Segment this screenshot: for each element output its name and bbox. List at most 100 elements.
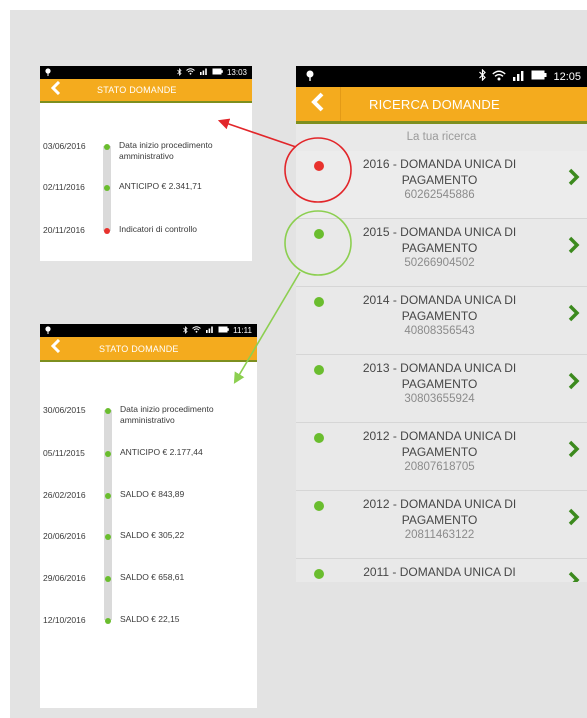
chevron-left-icon [311, 92, 325, 117]
event-text: ANTICIPO € 2.341,71 [119, 181, 202, 191]
chevron-right-icon[interactable] [568, 304, 580, 327]
item-title: 2016 - DOMANDA UNICA DI PAGAMENTO [362, 157, 517, 187]
status-dot [105, 534, 111, 540]
page-title: STATO DOMANDE [97, 85, 177, 95]
item-number: 50266904502 [404, 257, 475, 269]
bluetooth-icon [479, 68, 487, 84]
signal-icon [205, 326, 214, 335]
bluetooth-icon [177, 67, 182, 78]
chevron-left-icon [50, 338, 61, 358]
status-dot [105, 493, 111, 499]
item-title: 2013 - DOMANDA UNICA DI PAGAMENTO [362, 361, 517, 391]
chevron-left-icon [50, 80, 61, 100]
wifi-icon [186, 68, 195, 77]
chevron-right-icon[interactable] [568, 440, 580, 463]
event-text: ANTICIPO € 2.177,44 [120, 447, 203, 457]
battery-icon [212, 68, 223, 77]
signal-icon [199, 68, 208, 77]
search-subtitle: La tua ricerca [406, 131, 477, 143]
event-text: Data inizio procedimento amministrativo [119, 140, 213, 161]
wifi-icon [192, 326, 201, 335]
chevron-right-icon[interactable] [568, 508, 580, 531]
event-text: SALDO € 658,61 [120, 572, 185, 582]
list-item[interactable]: 2013 - DOMANDA UNICA DI PAGAMENTO 308036… [296, 355, 587, 423]
app-bar: STATO DOMANDE [40, 337, 257, 362]
status-dot [104, 185, 110, 191]
list-item[interactable]: 2011 - DOMANDA UNICA DI [296, 559, 587, 582]
event-text: SALDO € 843,89 [120, 489, 185, 499]
status-dot [314, 365, 324, 375]
battery-icon [218, 326, 229, 335]
status-dot [314, 501, 324, 511]
location-pin-icon [45, 67, 51, 78]
status-dot [314, 229, 324, 239]
event-date: 20/11/2016 [43, 225, 85, 235]
status-dot [105, 408, 111, 414]
event-date: 20/06/2016 [43, 531, 86, 541]
phone-stato-domande-2015: 11:11 STATO DOMANDE 30/06/2015 Data iniz… [40, 324, 257, 708]
status-dot [104, 144, 110, 150]
status-dot [105, 618, 111, 624]
page-title: RICERCA DOMANDE [369, 96, 500, 112]
item-title: 2012 - DOMANDA UNICA DI PAGAMENTO [362, 497, 517, 527]
item-number: 20811463122 [404, 529, 475, 541]
location-pin-icon [45, 325, 51, 336]
event-date: 26/02/2016 [43, 490, 86, 500]
status-bar: 12:05 [296, 66, 587, 87]
item-title: 2012 - DOMANDA UNICA DI PAGAMENTO [362, 429, 517, 459]
status-time: 12:05 [553, 70, 581, 83]
event-date: 12/10/2016 [43, 615, 86, 625]
status-dot [105, 451, 111, 457]
back-button[interactable] [40, 79, 72, 101]
status-dot [314, 161, 324, 171]
event-date: 02/11/2016 [43, 182, 85, 192]
list-item[interactable]: 2016 - DOMANDA UNICA DI PAGAMENTO 602625… [296, 151, 587, 219]
status-bar: 11:11 [40, 324, 257, 337]
list-item[interactable]: 2014 - DOMANDA UNICA DI PAGAMENTO 408083… [296, 287, 587, 355]
chevron-right-icon[interactable] [568, 168, 580, 191]
status-dot [314, 569, 324, 579]
status-time: 11:11 [233, 326, 252, 335]
event-date: 03/06/2016 [43, 141, 86, 151]
event-date: 29/06/2016 [43, 573, 86, 583]
list-item[interactable]: 2015 - DOMANDA UNICA DI PAGAMENTO 502669… [296, 219, 587, 287]
event-text: SALDO € 22,15 [120, 614, 180, 624]
status-dot [104, 228, 110, 234]
event-text: SALDO € 305,22 [120, 530, 185, 540]
list-item[interactable]: 2012 - DOMANDA UNICA DI PAGAMENTO 208114… [296, 491, 587, 559]
phone-ricerca-domande: 12:05 RICERCA DOMANDE La tua ricerca 201… [296, 66, 587, 582]
app-bar: RICERCA DOMANDE [296, 87, 587, 124]
page-title: STATO DOMANDE [99, 343, 179, 354]
item-number: 20807618705 [404, 461, 475, 473]
phone-stato-domande-2016: 13:03 STATO DOMANDE 03/06/2016 Data iniz… [40, 66, 252, 261]
status-dot [314, 297, 324, 307]
back-button[interactable] [40, 337, 72, 360]
chevron-right-icon[interactable] [568, 372, 580, 395]
item-number: 30803655924 [404, 393, 475, 405]
event-date: 05/11/2015 [43, 448, 85, 458]
item-number: 40808356543 [404, 325, 475, 337]
signal-icon [512, 70, 525, 84]
status-dot [314, 433, 324, 443]
item-title: 2011 - DOMANDA UNICA DI [363, 565, 516, 579]
event-text: Indicatori di controllo [119, 224, 197, 234]
chevron-right-icon[interactable] [568, 236, 580, 259]
battery-icon [531, 70, 547, 83]
bluetooth-icon [183, 325, 188, 336]
item-title: 2015 - DOMANDA UNICA DI PAGAMENTO [362, 225, 517, 255]
item-number: 60262545886 [404, 189, 475, 201]
location-pin-icon [306, 70, 314, 84]
list-item[interactable]: 2012 - DOMANDA UNICA DI PAGAMENTO 208076… [296, 423, 587, 491]
wifi-icon [492, 70, 507, 84]
status-time: 13:03 [226, 68, 247, 77]
status-bar: 13:03 [40, 66, 252, 79]
item-title: 2014 - DOMANDA UNICA DI PAGAMENTO [362, 293, 517, 323]
app-bar: STATO DOMANDE [40, 79, 252, 103]
event-date: 30/06/2015 [43, 405, 86, 415]
results-list: La tua ricerca 2016 - DOMANDA UNICA DI P… [296, 124, 587, 582]
status-dot [105, 576, 111, 582]
back-button[interactable] [296, 87, 341, 121]
timeline-bar [104, 410, 112, 620]
event-text: Data inizio procedimento amministrativo [120, 404, 214, 425]
chevron-right-icon[interactable] [568, 571, 580, 582]
